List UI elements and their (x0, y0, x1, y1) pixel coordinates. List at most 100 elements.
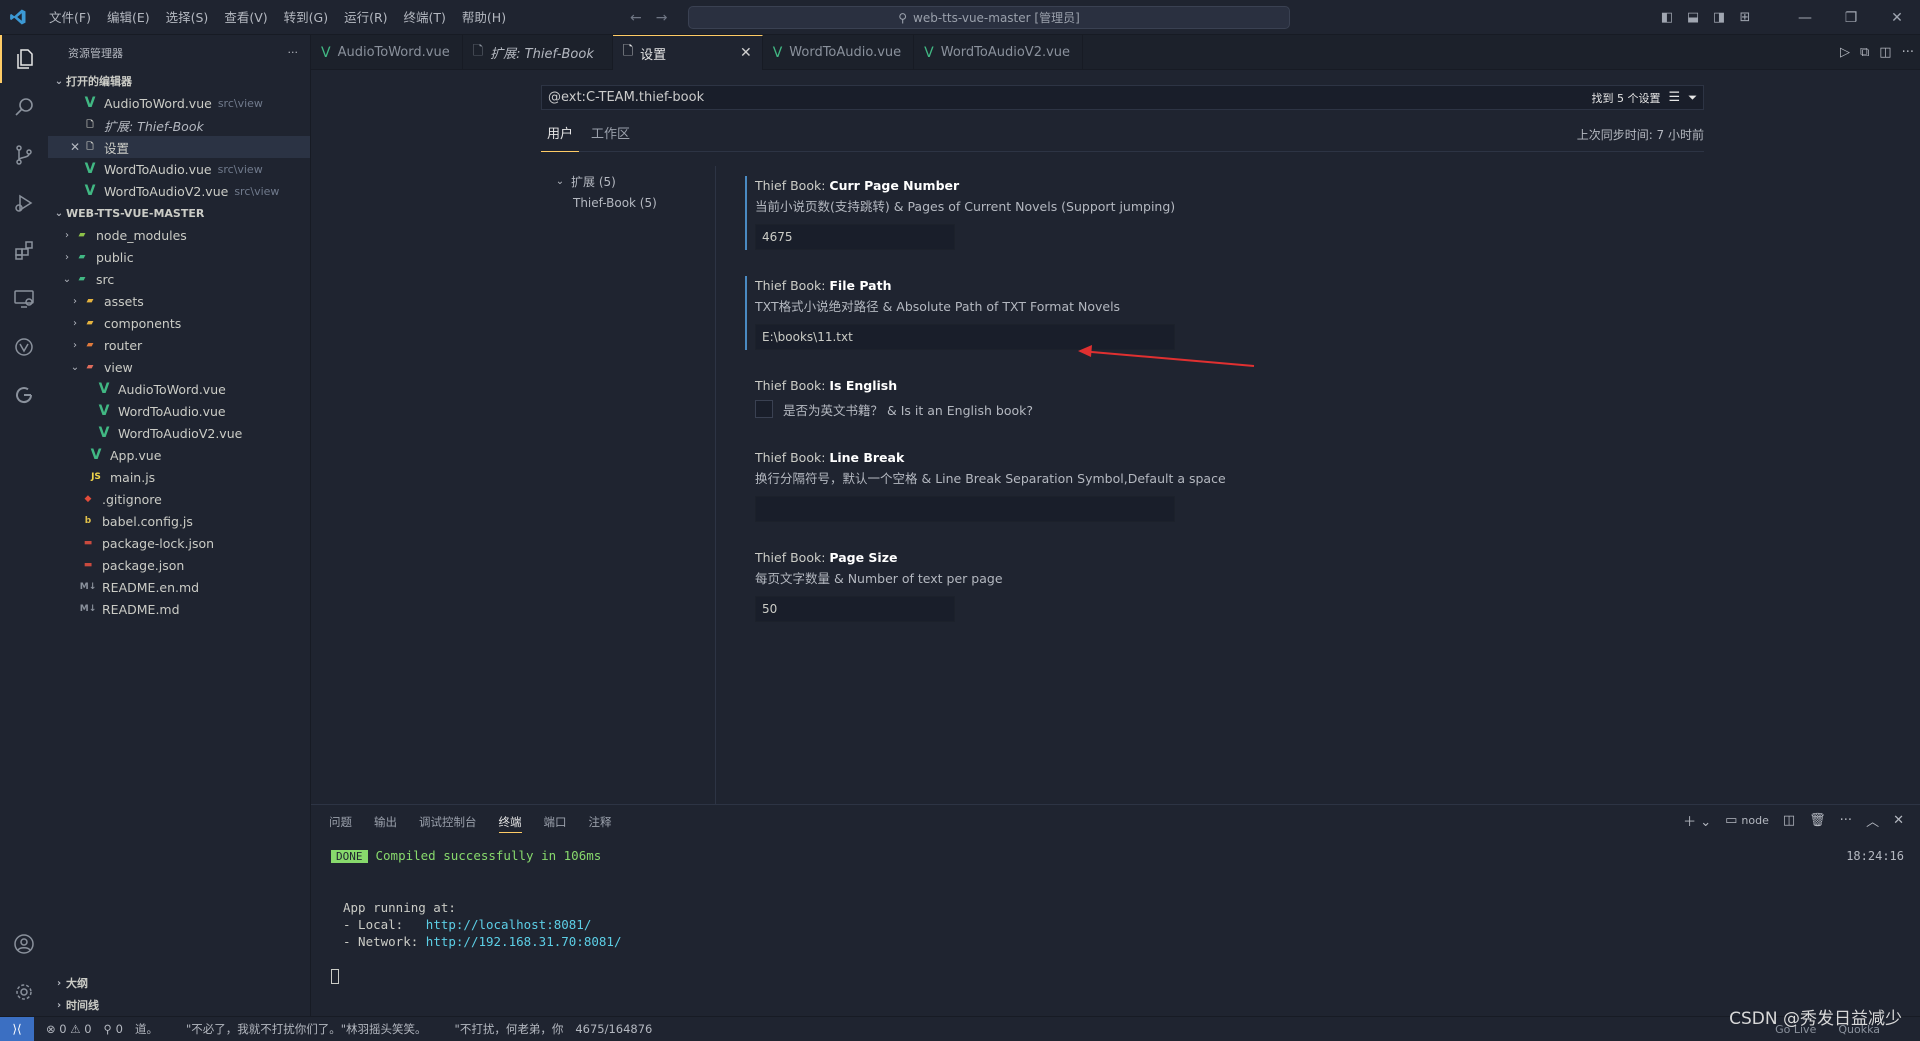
more-actions-icon[interactable]: ··· (288, 46, 299, 59)
extensions-icon[interactable] (0, 227, 48, 275)
toggle-panel-icon[interactable]: ⬓ (1680, 10, 1706, 25)
tree-file[interactable]: V App.vue (48, 444, 310, 466)
toggle-sidebar-icon[interactable]: ◧ (1654, 10, 1680, 25)
menu-file[interactable]: 文件(F) (41, 0, 99, 35)
explorer-icon[interactable] (0, 35, 48, 83)
tree-file[interactable]: b babel.config.js (48, 510, 310, 532)
run-debug-icon[interactable] (0, 179, 48, 227)
tree-file[interactable]: V WordToAudio.vue (48, 400, 310, 422)
split-editor-icon[interactable]: ◫ (1879, 45, 1891, 60)
toc-item[interactable]: Thief-Book (5) (553, 192, 713, 214)
tab-settings[interactable]: 🗋 设置 ✕ (612, 35, 763, 70)
open-editor-item[interactable]: V WordToAudioV2.vue src\view (48, 180, 310, 202)
terminal-shell-label[interactable]: node (1741, 814, 1768, 827)
filter-icon[interactable]: ⏷ (1688, 91, 1697, 105)
account-icon[interactable] (0, 920, 48, 968)
close-panel-icon[interactable]: ✕ (1893, 813, 1904, 828)
tab-workspace[interactable]: 工作区 (585, 124, 636, 152)
settings-gear-icon[interactable] (0, 968, 48, 1016)
new-terminal-icon[interactable]: ＋ ⌄ (1683, 811, 1711, 830)
tab-problems[interactable]: 问题 (329, 811, 352, 833)
tree-folder[interactable]: › ▰ node_modules (48, 224, 310, 246)
maximize-panel-icon[interactable]: ︿ (1866, 811, 1879, 830)
line-break-input[interactable] (755, 496, 1175, 522)
tab-wordtoaudio[interactable]: V WordToAudio.vue (763, 35, 915, 70)
ports-status[interactable]: ⚲ 0 (104, 1022, 123, 1036)
forward-arrow-icon[interactable]: → (656, 10, 668, 26)
tree-file[interactable]: ▬ package.json (48, 554, 310, 576)
page-size-input[interactable]: 50 (755, 596, 955, 622)
remote-indicator-icon[interactable]: ⟩⟨ (0, 1016, 34, 1041)
tab-ports[interactable]: 端口 (544, 811, 567, 833)
toc-group[interactable]: ⌄ 扩展 (5) (553, 170, 713, 192)
problems-status[interactable]: ⊗ 0 ⚠ 0 (46, 1022, 92, 1036)
tab-debug-console[interactable]: 调试控制台 (419, 811, 477, 833)
open-editor-item[interactable]: 🗋 扩展: Thief-Book (48, 114, 310, 136)
ai-assistant-icon[interactable] (0, 323, 48, 371)
toggle-secondary-sidebar-icon[interactable]: ◨ (1706, 10, 1732, 25)
page-counter[interactable]: 4675/164876 (575, 1022, 652, 1036)
menu-terminal[interactable]: 终端(T) (396, 0, 454, 35)
menu-help[interactable]: 帮助(H) (454, 0, 514, 35)
menu-run[interactable]: 运行(R) (336, 0, 395, 35)
terminal-shell-icon[interactable]: ▭ (1725, 813, 1737, 828)
open-editor-item[interactable]: V WordToAudio.vue src\view (48, 158, 310, 180)
open-editor-item[interactable]: V AudioToWord.vue src\view (48, 92, 310, 114)
network-url[interactable]: http://192.168.31.70:8081/ (426, 934, 622, 949)
edge-icon[interactable] (0, 371, 48, 419)
outline-header[interactable]: › 大纲 (48, 972, 311, 994)
menu-selection[interactable]: 选择(S) (158, 0, 217, 35)
project-header[interactable]: ⌄ WEB-TTS-VUE-MASTER (48, 202, 310, 224)
trash-icon[interactable]: 🗑 (1809, 813, 1826, 828)
settings-search-input[interactable]: @ext:C-TEAM.thief-book 找到 5 个设置 ☰ ⏷ (541, 85, 1704, 110)
menu-edit[interactable]: 编辑(E) (99, 0, 158, 35)
curr-page-input[interactable]: 4675 (755, 224, 955, 250)
minimize-icon[interactable]: — (1782, 10, 1828, 26)
tab-comments[interactable]: 注释 (589, 811, 612, 833)
close-icon[interactable]: ✕ (68, 140, 82, 154)
command-center[interactable]: ⚲ web-tts-vue-master [管理员] (688, 6, 1290, 29)
tab-audiotoword[interactable]: V AudioToWord.vue (311, 35, 463, 70)
local-url[interactable]: http://localhost:8081/ (426, 917, 592, 932)
tree-folder[interactable]: ⌄ ▰ view (48, 356, 310, 378)
tree-file[interactable]: V AudioToWord.vue (48, 378, 310, 400)
customize-layout-icon[interactable]: ⊞ (1732, 10, 1758, 25)
search-icon[interactable] (0, 83, 48, 131)
tree-folder[interactable]: ⌄ ▰ src (48, 268, 310, 290)
source-control-icon[interactable] (0, 131, 48, 179)
tab-terminal[interactable]: 终端 (498, 811, 522, 833)
more-actions-icon[interactable]: ··· (1840, 813, 1852, 828)
tab-wordtoaudiov2[interactable]: V WordToAudioV2.vue (914, 35, 1084, 70)
tree-file[interactable]: V WordToAudioV2.vue (48, 422, 310, 444)
run-icon[interactable]: ▷ (1840, 45, 1850, 60)
restore-icon[interactable]: ❐ (1828, 10, 1874, 26)
is-english-checkbox[interactable] (755, 400, 773, 418)
open-settings-json-icon[interactable]: ⧉ (1860, 45, 1869, 60)
file-path-input[interactable]: E:\books\11.txt (755, 324, 1175, 350)
tree-folder[interactable]: › ▰ assets (48, 290, 310, 312)
tree-folder[interactable]: › ▰ components (48, 312, 310, 334)
menu-go[interactable]: 转到(G) (276, 0, 336, 35)
tree-file[interactable]: M↓ README.en.md (48, 576, 310, 598)
tree-file[interactable]: M↓ README.md (48, 598, 310, 620)
tree-file[interactable]: JS main.js (48, 466, 310, 488)
open-editors-header[interactable]: ⌄ 打开的编辑器 (48, 70, 310, 92)
tree-file[interactable]: ▬ package-lock.json (48, 532, 310, 554)
split-terminal-icon[interactable]: ◫ (1783, 813, 1795, 828)
tab-user[interactable]: 用户 (541, 124, 580, 152)
remote-explorer-icon[interactable] (0, 275, 48, 323)
tree-folder[interactable]: › ▰ public (48, 246, 310, 268)
close-tab-icon[interactable]: ✕ (740, 45, 752, 61)
tab-thief-book[interactable]: 🗋 扩展: Thief-Book (463, 35, 613, 70)
timeline-header[interactable]: › 时间线 (48, 994, 311, 1016)
tree-file[interactable]: ◆ .gitignore (48, 488, 310, 510)
terminal-output[interactable]: DONE Compiled successfully in 106ms App r… (331, 847, 621, 984)
tab-output[interactable]: 输出 (374, 811, 397, 833)
close-window-icon[interactable]: ✕ (1874, 10, 1920, 26)
more-actions-icon[interactable]: ··· (1902, 45, 1914, 60)
open-editor-item-active[interactable]: ✕ 🗋 设置 (48, 136, 310, 158)
clear-filter-icon[interactable]: ☰ (1669, 90, 1681, 105)
tree-folder[interactable]: › ▰ router (48, 334, 310, 356)
menu-view[interactable]: 查看(V) (216, 0, 275, 35)
back-arrow-icon[interactable]: ← (630, 10, 642, 26)
